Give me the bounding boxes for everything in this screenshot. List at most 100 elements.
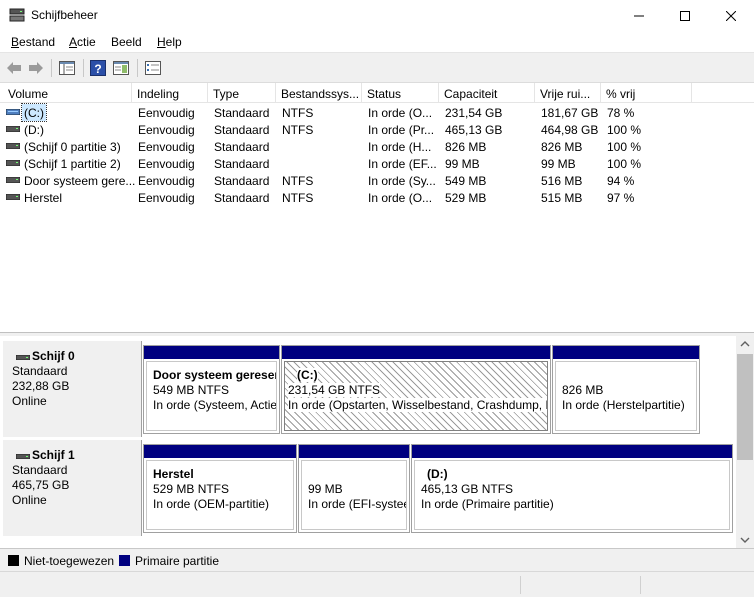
- volume-indeling: Eenvoudig: [138, 174, 195, 188]
- partition-d[interactable]: (D:) 465,13 GB NTFS In orde (Primaire pa…: [411, 444, 733, 533]
- volume-capacity: 231,54 GB: [445, 106, 503, 120]
- volume-filesystem: NTFS: [282, 106, 314, 120]
- partition-size: 99 MB: [308, 482, 343, 496]
- column-header-capaciteit[interactable]: Capaciteit: [439, 83, 535, 103]
- scroll-down-icon[interactable]: [740, 537, 750, 543]
- partition-status: In orde (OEM-partitie): [153, 497, 270, 511]
- volume-row[interactable]: (Schijf 1 partitie 2) Eenvoudig Standaar…: [0, 155, 754, 172]
- partition-size: 231,54 GB NTFS: [288, 383, 381, 397]
- volume-row[interactable]: (C:) Eenvoudig Standaard NTFS In orde (O…: [0, 103, 754, 122]
- volume-free-space: 826 MB: [541, 140, 583, 154]
- primary-partition-bar: [144, 346, 279, 359]
- volume-indeling: Eenvoudig: [138, 157, 195, 171]
- legend-swatch-unallocated: [8, 555, 19, 566]
- toolbar-separator: [51, 59, 52, 77]
- volume-type: Standaard: [214, 191, 270, 205]
- show-hide-action-pane-button[interactable]: [111, 58, 131, 78]
- volume-free-space: 515 MB: [541, 191, 583, 205]
- volume-type: Standaard: [214, 157, 270, 171]
- volume-list-header: Volume Indeling Type Bestandssys... Stat…: [0, 83, 754, 103]
- partition-system-reserved[interactable]: Door systeem gereser 549 MB NTFS In orde…: [143, 345, 280, 434]
- partition-recovery-disk0[interactable]: 826 MB In orde (Herstelpartitie): [552, 345, 700, 434]
- primary-partition-bar: [282, 346, 550, 359]
- disk-kind: Standaard: [12, 364, 68, 378]
- toolbar-separator: [83, 59, 84, 77]
- volume-free-space: 464,98 GB: [541, 123, 599, 137]
- disk-size: 465,75 GB: [12, 478, 70, 492]
- menu-actie-mnemonic: A: [69, 35, 78, 49]
- volume-row[interactable]: (Schijf 0 partitie 3) Eenvoudig Standaar…: [0, 138, 754, 155]
- partition-body: Herstel 529 MB NTFS In orde (OEM-partiti…: [146, 460, 294, 530]
- back-button[interactable]: [5, 58, 23, 78]
- properties-icon: [145, 61, 161, 75]
- show-hide-console-tree-button[interactable]: [57, 58, 77, 78]
- volume-free-space: 181,67 GB: [541, 106, 599, 120]
- disk-size: 232,88 GB: [12, 379, 70, 393]
- status-bar: [0, 571, 754, 597]
- volume-row[interactable]: Door systeem gere... Eenvoudig Standaard…: [0, 172, 754, 189]
- menu-help[interactable]: Help: [157, 35, 182, 49]
- menu-help-mnemonic: H: [157, 35, 166, 49]
- menu-beeld-label: Beeld: [111, 35, 142, 49]
- disk-0-info[interactable]: Schijf 0 Standaard 232,88 GB Online: [3, 341, 142, 437]
- maximize-button[interactable]: [662, 0, 708, 31]
- volume-free-space: 516 MB: [541, 174, 583, 188]
- volume-row[interactable]: (D:) Eenvoudig Standaard NTFS In orde (P…: [0, 121, 754, 138]
- column-header-vrije-ruimte[interactable]: Vrije rui...: [535, 83, 601, 103]
- volume-indeling: Eenvoudig: [138, 191, 195, 205]
- partition-herstel[interactable]: Herstel 529 MB NTFS In orde (OEM-partiti…: [143, 444, 297, 533]
- column-header-indeling[interactable]: Indeling: [132, 83, 208, 103]
- partition-size: 465,13 GB NTFS: [421, 482, 514, 496]
- volume-row[interactable]: Herstel Eenvoudig Standaard NTFS In orde…: [0, 189, 754, 206]
- close-icon: [726, 10, 736, 21]
- disk-icon: [16, 355, 30, 360]
- menu-beeld[interactable]: Beeld: [111, 35, 142, 49]
- partition-efi[interactable]: 99 MB In orde (EFI-systee: [298, 444, 410, 533]
- volume-status: In orde (Pr...: [368, 123, 435, 137]
- legend-label-unallocated: Niet-toegewezen: [24, 554, 115, 568]
- volume-name: (C:): [21, 103, 47, 122]
- close-button[interactable]: [708, 0, 754, 31]
- toolbar: ?: [0, 53, 754, 83]
- column-header-status[interactable]: Status: [362, 83, 439, 103]
- volume-capacity: 549 MB: [445, 174, 487, 188]
- column-header-bestandssysteem[interactable]: Bestandssys...: [276, 83, 362, 103]
- volume-icon: [6, 160, 20, 166]
- primary-partition-bar: [144, 445, 296, 458]
- partition-name: (C:): [297, 368, 318, 382]
- column-header-type[interactable]: Type: [208, 83, 276, 103]
- primary-partition-bar: [299, 445, 409, 458]
- volume-filesystem: NTFS: [282, 123, 314, 137]
- partition-status: In orde (EFI-systee: [308, 497, 407, 511]
- disk-1-info[interactable]: Schijf 1 Standaard 465,75 GB Online: [3, 440, 142, 536]
- column-header-percent-vrij[interactable]: % vrij: [601, 83, 692, 103]
- minimize-button[interactable]: [616, 0, 662, 31]
- forward-button[interactable]: [27, 58, 45, 78]
- partition-size: 549 MB NTFS: [153, 383, 230, 397]
- status-divider: [520, 576, 521, 594]
- volume-percent-free: 100 %: [607, 140, 642, 154]
- column-header-volume[interactable]: Volume: [3, 83, 132, 103]
- partition-status: In orde (Opstarten, Wisselbestand, Crash…: [288, 398, 547, 412]
- volume-free-space: 99 MB: [541, 157, 576, 171]
- menu-actie[interactable]: Actie: [69, 35, 96, 49]
- volume-capacity: 465,13 GB: [445, 123, 503, 137]
- vertical-scrollbar[interactable]: [736, 336, 754, 548]
- volume-status: In orde (O...: [368, 106, 433, 120]
- title-bar: Schijfbeheer: [0, 0, 754, 31]
- volume-filesystem: NTFS: [282, 191, 314, 205]
- menu-bestand[interactable]: Bestand: [11, 35, 55, 49]
- scroll-up-icon[interactable]: [740, 341, 750, 347]
- partition-size: 529 MB NTFS: [153, 482, 230, 496]
- scrollbar-thumb[interactable]: [737, 354, 753, 460]
- menu-bestand-mnemonic: B: [11, 35, 20, 49]
- help-button[interactable]: ?: [89, 58, 107, 78]
- console-tree-icon: [59, 61, 75, 75]
- back-arrow-icon: [7, 62, 21, 74]
- properties-button[interactable]: [143, 58, 163, 78]
- volume-percent-free: 100 %: [607, 157, 642, 171]
- volume-type: Standaard: [214, 140, 270, 154]
- partition-c[interactable]: (C:) 231,54 GB NTFS In orde (Opstarten, …: [281, 345, 551, 434]
- partition-name: Door systeem gereser: [153, 368, 277, 382]
- volume-icon: [6, 143, 20, 149]
